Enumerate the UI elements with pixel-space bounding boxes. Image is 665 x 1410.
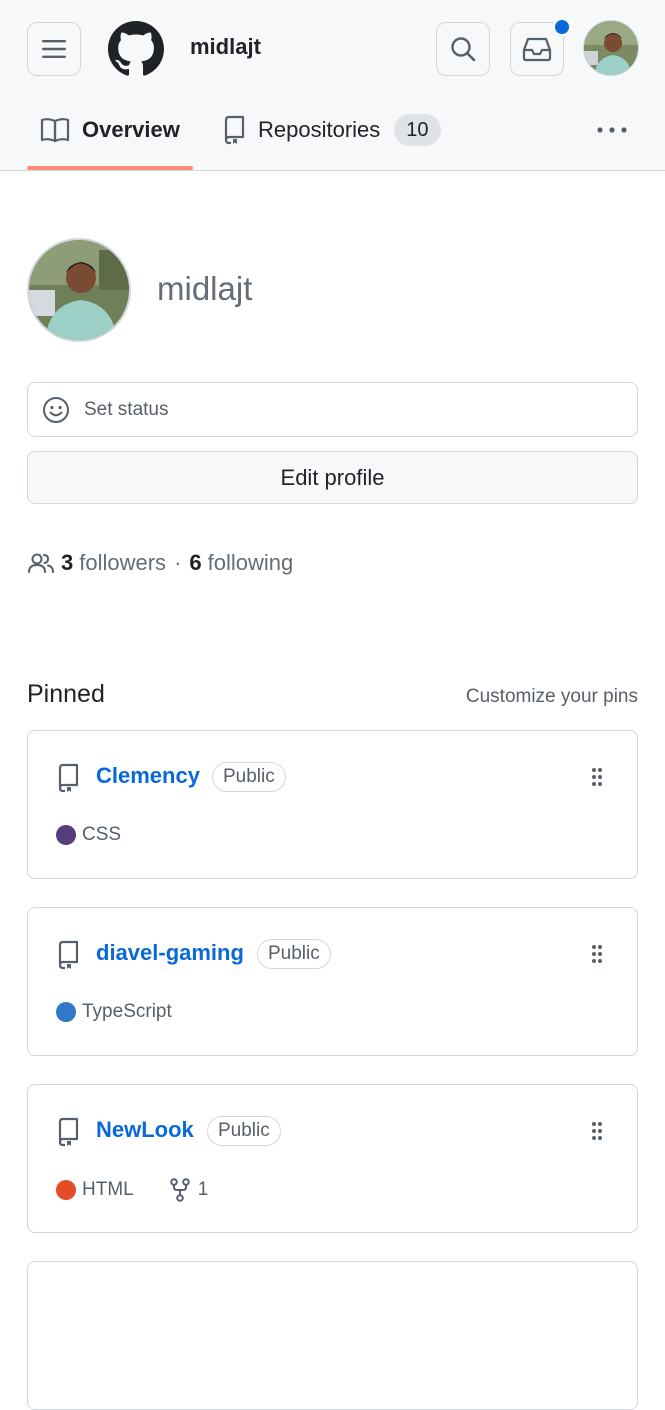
set-status-button[interactable]: Set status [27, 382, 638, 437]
follow-separator: · [174, 550, 182, 575]
book-icon [40, 118, 70, 143]
repo-link[interactable]: NewLook [96, 1117, 194, 1143]
drag-handle-icon[interactable] [591, 767, 603, 787]
pinned-repo-card-partial [27, 1261, 638, 1410]
repo-link[interactable]: Clemency [96, 763, 200, 789]
smiley-icon [43, 396, 69, 423]
language-color-dot [56, 1002, 76, 1022]
pinned-repo-card: diavel-gaming Public TypeScript [27, 907, 638, 1056]
following-link[interactable]: following [208, 550, 294, 576]
notification-dot [553, 18, 571, 36]
pinned-heading: Pinned [27, 680, 105, 708]
repo-link[interactable]: diavel-gaming [96, 940, 244, 966]
fork-count-label: 1 [197, 1179, 209, 1200]
pinned-repo-card: Clemency Public CSS [27, 730, 638, 879]
following-count[interactable]: 6 [189, 550, 201, 576]
repositories-count-badge: 10 [394, 114, 441, 146]
inbox-icon [522, 37, 552, 62]
language-label: CSS [82, 824, 122, 845]
language-color-dot [56, 825, 76, 845]
repo-icon [224, 115, 245, 145]
repo-language: TypeScript [56, 1001, 172, 1023]
repo-icon [58, 940, 79, 970]
github-logo-icon[interactable] [108, 21, 164, 77]
followers-link[interactable]: followers [79, 550, 166, 576]
search-icon [451, 37, 476, 62]
drag-handle-icon[interactable] [591, 1121, 603, 1141]
user-avatar-small[interactable] [583, 20, 639, 76]
avatar-photo-icon [29, 240, 129, 340]
tab-repositories-label: Repositories [258, 117, 381, 142]
active-tab-underline [27, 166, 193, 170]
app-header: midlajt Overview Repositories 10 [0, 0, 665, 171]
set-status-label: Set status [84, 398, 169, 420]
repo-language: CSS [56, 824, 121, 846]
fork-icon [169, 1178, 190, 1202]
followers-count[interactable]: 3 [61, 550, 73, 576]
language-label: TypeScript [82, 1001, 172, 1022]
more-horizontal-icon[interactable] [596, 126, 628, 134]
tab-overview-label: Overview [82, 117, 180, 142]
pinned-repo-card: NewLook Public HTML 1 [27, 1084, 638, 1233]
search-button[interactable] [436, 22, 490, 76]
avatar-photo-icon [584, 21, 638, 75]
repo-icon [58, 763, 79, 793]
profile-username: midlajt [157, 270, 253, 307]
repo-icon [58, 1117, 79, 1147]
visibility-badge: Public [257, 939, 331, 969]
tab-repositories[interactable]: Repositories 10 [222, 110, 441, 150]
profile-avatar[interactable] [27, 238, 131, 342]
menu-button[interactable] [27, 22, 81, 76]
edit-profile-button[interactable]: Edit profile [27, 451, 638, 504]
tab-overview[interactable]: Overview [40, 110, 180, 150]
visibility-badge: Public [207, 1116, 281, 1146]
language-label: HTML [82, 1179, 134, 1200]
people-icon [28, 553, 54, 573]
fork-count[interactable]: 1 [169, 1178, 209, 1202]
follow-stats: 3 followers · 6 following [27, 546, 293, 580]
visibility-badge: Public [212, 762, 286, 792]
drag-handle-icon[interactable] [591, 944, 603, 964]
customize-pins-link[interactable]: Customize your pins [466, 686, 638, 708]
language-color-dot [56, 1180, 76, 1200]
hamburger-icon [42, 40, 66, 58]
header-username[interactable]: midlajt [190, 34, 261, 60]
repo-language: HTML 1 [56, 1178, 208, 1202]
